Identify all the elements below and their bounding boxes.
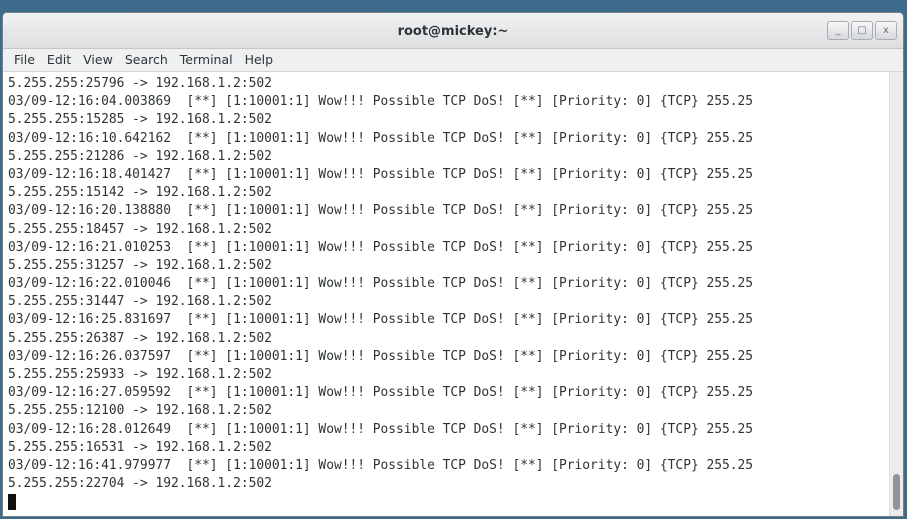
terminal-line: 03/09-12:16:41.979977 [**] [1:10001:1] W… — [8, 457, 754, 473]
terminal-line: 03/09-12:16:20.138880 [**] [1:10001:1] W… — [8, 203, 754, 219]
terminal-line: 03/09-12:16:27.059592 [**] [1:10001:1] W… — [8, 385, 754, 401]
window-title: root@mickey:~ — [397, 24, 509, 39]
terminal-line: 5.255.255:16531 -> 192.168.1.2:502 — [8, 439, 272, 455]
menu-view[interactable]: View — [77, 49, 119, 71]
menu-bar: File Edit View Search Terminal Help — [3, 49, 903, 72]
terminal-line: 03/09-12:16:18.401427 [**] [1:10001:1] W… — [8, 166, 754, 182]
window-controls: _ □ x — [827, 21, 897, 40]
terminal-line: 03/09-12:16:25.831697 [**] [1:10001:1] W… — [8, 312, 754, 328]
maximize-icon: □ — [857, 25, 867, 36]
terminal-line: 03/09-12:16:22.010046 [**] [1:10001:1] W… — [8, 276, 754, 292]
terminal-output[interactable]: 5.255.255:25796 -> 192.168.1.2:502 03/09… — [3, 72, 889, 516]
terminal-line: 5.255.255:26387 -> 192.168.1.2:502 — [8, 330, 272, 346]
terminal-line: 5.255.255:31447 -> 192.168.1.2:502 — [8, 294, 272, 310]
terminal-line: 03/09-12:16:26.037597 [**] [1:10001:1] W… — [8, 348, 754, 364]
menu-help[interactable]: Help — [239, 49, 280, 71]
maximize-button[interactable]: □ — [851, 21, 873, 40]
close-button[interactable]: x — [875, 21, 897, 40]
terminal-line: 5.255.255:15285 -> 192.168.1.2:502 — [8, 112, 272, 128]
terminal-line: 03/09-12:16:28.012649 [**] [1:10001:1] W… — [8, 421, 754, 437]
terminal-line: 5.255.255:18457 -> 192.168.1.2:502 — [8, 221, 272, 237]
terminal-window: root@mickey:~ _ □ x File Edit View Searc… — [2, 12, 904, 517]
terminal-line: 03/09-12:16:10.642162 [**] [1:10001:1] W… — [8, 130, 754, 146]
terminal-line: 03/09-12:16:04.003869 [**] [1:10001:1] W… — [8, 94, 754, 110]
menu-file[interactable]: File — [8, 49, 41, 71]
terminal-line: 5.255.255:15142 -> 192.168.1.2:502 — [8, 185, 272, 201]
terminal-line: 5.255.255:21286 -> 192.168.1.2:502 — [8, 148, 272, 164]
minimize-button[interactable]: _ — [827, 21, 849, 40]
minimize-icon: _ — [835, 25, 841, 36]
scrollbar-thumb[interactable] — [893, 474, 900, 510]
vertical-scrollbar[interactable] — [889, 72, 903, 516]
menu-edit[interactable]: Edit — [41, 49, 77, 71]
terminal-line: 5.255.255:25796 -> 192.168.1.2:502 — [8, 76, 272, 91]
terminal-line: 5.255.255:25933 -> 192.168.1.2:502 — [8, 367, 272, 382]
menu-terminal[interactable]: Terminal — [174, 49, 239, 71]
title-bar[interactable]: root@mickey:~ _ □ x — [3, 13, 903, 49]
terminal-line: 03/09-12:16:21.010253 [**] [1:10001:1] W… — [8, 239, 754, 255]
terminal-line: 5.255.255:22704 -> 192.168.1.2:502 — [8, 476, 272, 492]
terminal-line: 5.255.255:31257 -> 192.168.1.2:502 — [8, 257, 272, 273]
text-cursor — [8, 494, 16, 511]
menu-search[interactable]: Search — [119, 49, 174, 71]
close-icon: x — [883, 25, 889, 36]
terminal-line: 5.255.255:12100 -> 192.168.1.2:502 — [8, 403, 272, 419]
prompt-line — [8, 493, 889, 511]
